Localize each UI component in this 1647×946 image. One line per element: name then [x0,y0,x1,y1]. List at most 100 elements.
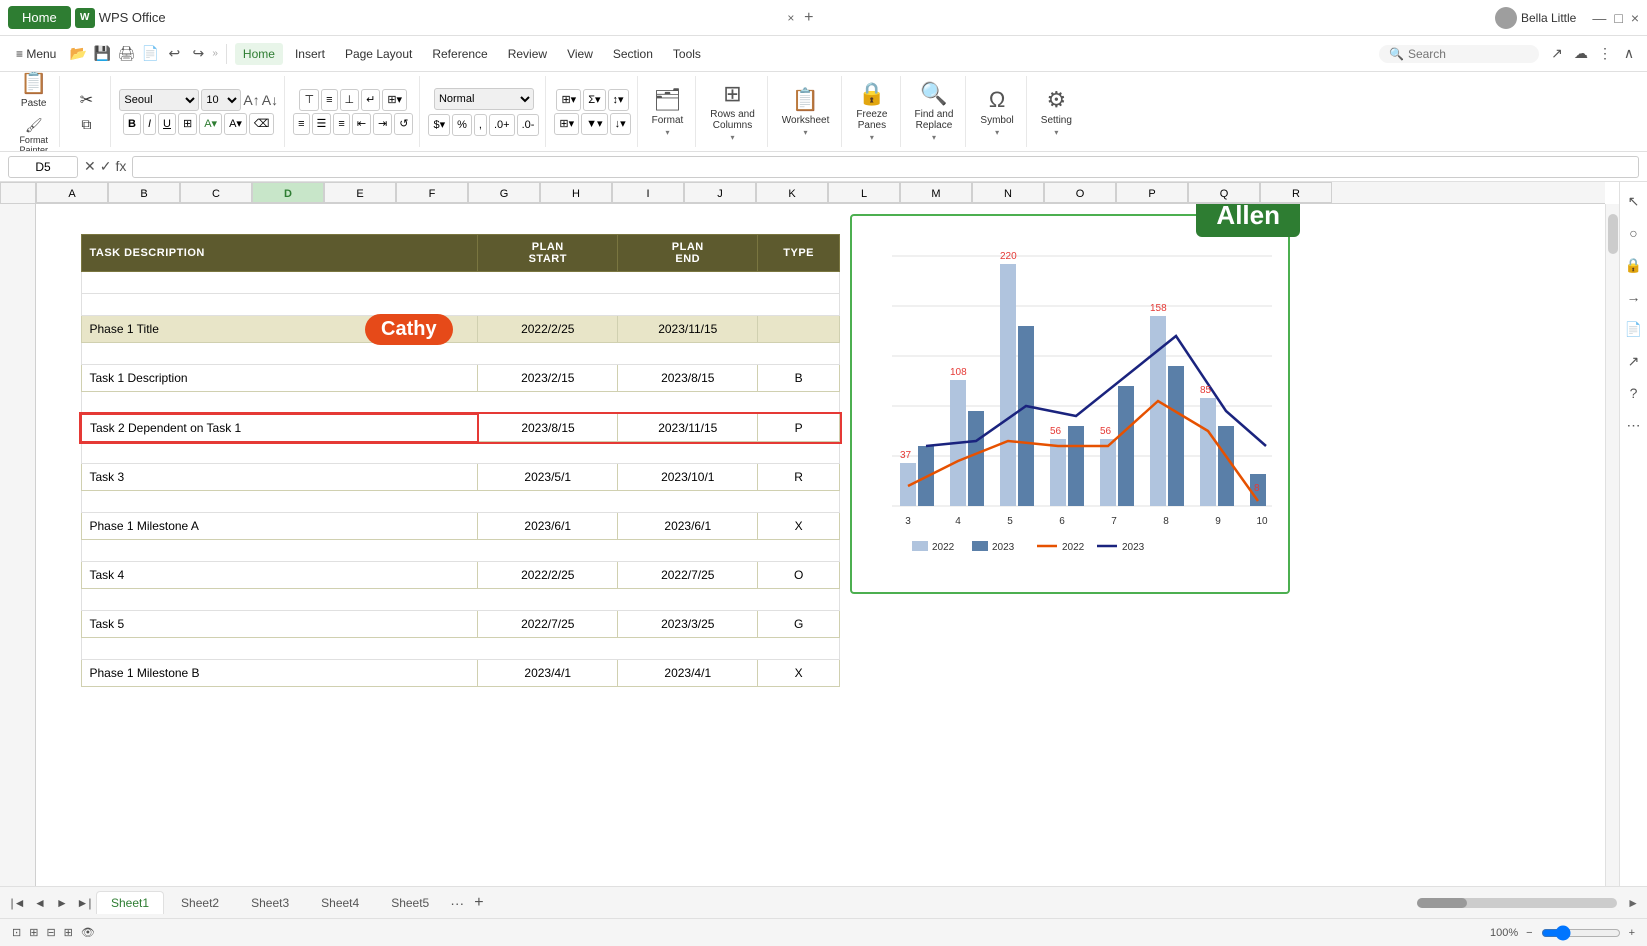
col-P[interactable]: P [1116,182,1188,203]
menu-view[interactable]: View [559,43,601,65]
menu-home[interactable]: Home [235,43,283,65]
scroll-right-icon[interactable]: ► [1627,896,1639,910]
table-row[interactable]: Phase 1 Milestone B 2023/4/1 2023/4/1 X [81,660,840,687]
zoom-out-icon[interactable]: − [1526,927,1532,939]
table-row[interactable]: Task 1 Description 2023/2/15 2023/8/15 B [81,365,840,392]
save-icon[interactable]: 💾 [92,44,112,64]
document-icon[interactable]: 📄 [1623,318,1645,340]
underline-button[interactable]: U [158,113,176,135]
worksheet-button[interactable]: 📋 Worksheet ▾ [776,81,836,143]
sheet-tab-3[interactable]: Sheet3 [236,891,304,915]
table-row[interactable]: Task 5 2022/7/25 2023/3/25 G [81,611,840,638]
minimize-button[interactable]: — [1592,10,1606,26]
arrow-icon[interactable]: → [1623,286,1645,308]
undo-icon[interactable]: ↩ [164,44,184,64]
col-F[interactable]: F [396,182,468,203]
sheet-add-icon[interactable]: + [470,894,487,912]
align-left-button[interactable]: ≡ [293,113,309,135]
col-O[interactable]: O [1044,182,1116,203]
rotate-button[interactable]: ↺ [394,113,413,135]
align-bottom-button[interactable]: ⊥ [340,89,360,111]
sheet-tab-4[interactable]: Sheet4 [306,891,374,915]
home-tab[interactable]: Home [8,6,71,29]
help-icon[interactable]: ? [1623,382,1645,404]
close-button[interactable]: × [1631,10,1639,26]
col-M[interactable]: M [900,182,972,203]
decimal-dec-button[interactable]: .0- [517,114,540,136]
sort-button[interactable]: ↕▾ [608,89,629,111]
menu-insert[interactable]: Insert [287,43,333,65]
cut-button[interactable]: ✂ [68,88,104,112]
view-icon[interactable]: 👁 [81,926,95,939]
more-icon[interactable]: ⋮ [1595,44,1615,64]
col-I[interactable]: I [612,182,684,203]
copy-button[interactable]: ⧉ [68,114,104,135]
grid-icon[interactable]: ⊞ [29,926,38,939]
sheet-nav-prev[interactable]: ◄ [30,893,50,913]
format-button[interactable]: 🗂 Format ▾ [646,81,690,143]
vertical-scrollbar[interactable] [1605,204,1619,886]
fill-color-button[interactable]: A▾ [199,113,222,135]
table-row[interactable]: Task 2 Dependent on Task 1 2023/8/15 202… [81,414,840,442]
menu-tools[interactable]: Tools [665,43,709,65]
italic-button[interactable]: I [143,113,156,135]
menu-reference[interactable]: Reference [424,43,495,65]
col-G[interactable]: G [468,182,540,203]
menu-review[interactable]: Review [500,43,555,65]
number-style-select[interactable]: Normal [434,88,534,110]
col-E[interactable]: E [324,182,396,203]
sheet-tab-5[interactable]: Sheet5 [376,891,444,915]
grid2-icon[interactable]: ⊟ [46,926,55,939]
shapes-icon[interactable]: ○ [1623,222,1645,244]
formula-confirm-icon[interactable]: ✓ [100,158,112,175]
sheet-nav-last[interactable]: ►| [74,893,94,913]
decrease-font-icon[interactable]: A↓ [262,92,278,108]
table-format-button[interactable]: ⊞▾ [554,113,579,135]
erase-button[interactable]: ⌫ [249,113,275,135]
percent-button[interactable]: % [452,114,472,136]
menu-section[interactable]: Section [605,43,661,65]
tab-add-icon[interactable]: + [799,8,819,28]
menu-pagelayout[interactable]: Page Layout [337,43,420,65]
merge-button[interactable]: ⊞▾ [382,89,407,111]
zoom-slider[interactable] [1541,925,1621,941]
expand-icon[interactable]: ⊡ [12,926,21,939]
menu-button[interactable]: ≡ Menu [8,43,64,65]
col-L[interactable]: L [828,182,900,203]
sheet-nav-next[interactable]: ► [52,893,72,913]
symbol-button[interactable]: Ω Symbol ▾ [974,81,1019,143]
col-D[interactable]: D [252,182,324,203]
number-format-button[interactable]: ⊞▾ [556,89,581,111]
freeze-button[interactable]: 🔒 FreezePanes ▾ [850,81,893,143]
bold-button[interactable]: B [123,113,141,135]
wrap-text-button[interactable]: ↵ [361,89,380,111]
col-Q[interactable]: Q [1188,182,1260,203]
sheet-nav-first[interactable]: |◄ [8,893,28,913]
sheet-tab-2[interactable]: Sheet2 [166,891,234,915]
open-icon[interactable]: 📂 [68,44,88,64]
print-icon[interactable]: 🖨 [116,44,136,64]
table-row[interactable]: Phase 1 Title 2022/2/25 2023/11/15 [81,316,840,343]
increase-font-icon[interactable]: A↑ [243,92,259,108]
zoom-in-icon[interactable]: + [1629,927,1635,939]
pdf-icon[interactable]: 📄 [140,44,160,64]
horizontal-scrollbar[interactable] [1417,898,1617,908]
search-box[interactable]: 🔍 [1379,45,1539,63]
align-center-button[interactable]: ☰ [312,113,332,135]
cell-reference[interactable] [8,156,78,178]
paste-button[interactable]: 📋 Paste [14,72,53,113]
cloud-icon[interactable]: ☁ [1571,44,1591,64]
col-A[interactable]: A [36,182,108,203]
sheet-tab-1[interactable]: Sheet1 [96,891,164,914]
formula-input[interactable] [132,156,1639,178]
maximize-button[interactable]: □ [1614,10,1622,26]
comma-button[interactable]: , [474,114,487,136]
font-size-select[interactable]: 10 [201,89,241,111]
align-right-button[interactable]: ≡ [333,113,349,135]
lock-icon[interactable]: 🔒 [1623,254,1645,276]
col-K[interactable]: K [756,182,828,203]
table-row[interactable]: Phase 1 Milestone A 2023/6/1 2023/6/1 X [81,513,840,540]
search-input[interactable] [1408,47,1518,61]
font-color-button[interactable]: A▾ [224,113,247,135]
find-replace-button[interactable]: 🔍 Find andReplace ▾ [909,81,960,143]
